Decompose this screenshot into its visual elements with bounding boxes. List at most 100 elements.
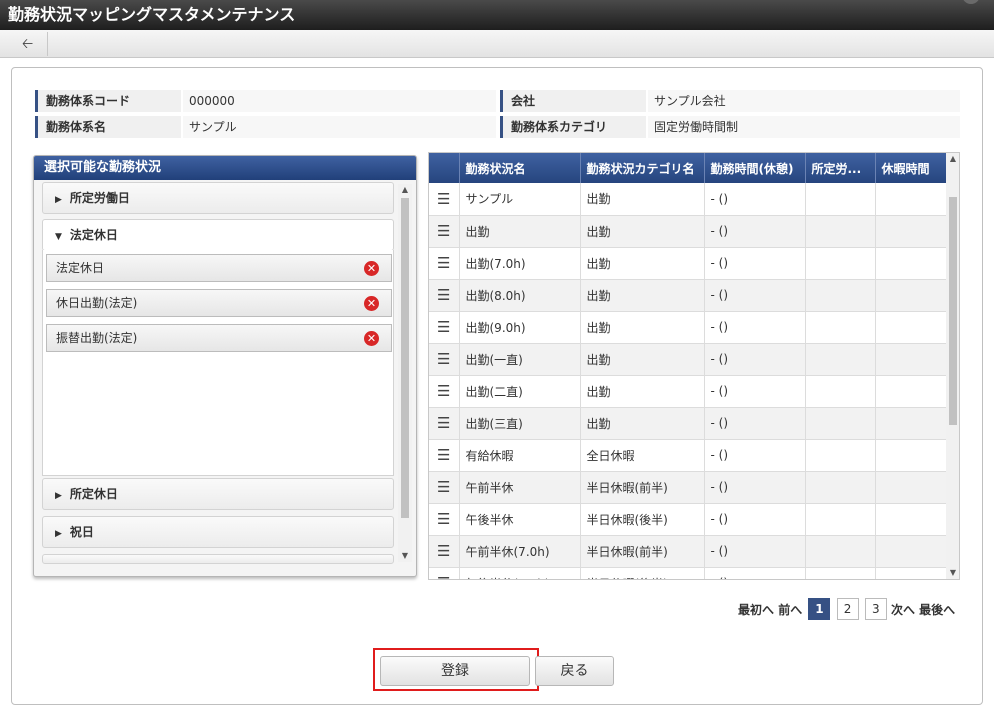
table-cell bbox=[805, 247, 876, 280]
name-value: サンプル bbox=[183, 116, 496, 138]
table-row[interactable]: ☰ 出勤(一直) 出勤 - () bbox=[429, 343, 947, 376]
list-handle-icon[interactable]: ☰ bbox=[429, 247, 460, 280]
table-cell: 出勤(9.0h) bbox=[459, 311, 581, 344]
register-button[interactable]: 登録 bbox=[380, 656, 530, 686]
list-handle-icon[interactable]: ☰ bbox=[429, 279, 460, 312]
table-cell bbox=[875, 375, 947, 408]
accordion-public-holiday[interactable]: ▶ 祝日 bbox=[42, 516, 394, 548]
pager-page-1[interactable]: 1 bbox=[808, 598, 831, 620]
scroll-down-icon[interactable]: ▼ bbox=[398, 550, 412, 562]
table-cell: 半日休暇(後半) bbox=[580, 503, 705, 536]
accordion-partial-hidden[interactable] bbox=[42, 554, 394, 564]
table-cell: - () bbox=[704, 407, 806, 440]
back-arrow-button[interactable]: 🡠 bbox=[8, 32, 48, 56]
grid-scrollbar[interactable]: ▲ ▼ bbox=[946, 153, 959, 579]
table-cell bbox=[805, 375, 876, 408]
table-row[interactable]: ☰ 午後半休 半日休暇(後半) - () bbox=[429, 503, 947, 536]
list-handle-icon[interactable]: ☰ bbox=[429, 439, 460, 472]
list-handle-icon[interactable]: ☰ bbox=[429, 183, 460, 216]
column-header-leave-time[interactable]: 休暇時間 bbox=[875, 153, 947, 183]
table-row[interactable]: ☰ 出勤(8.0h) 出勤 - () bbox=[429, 279, 947, 312]
scroll-down-icon[interactable]: ▼ bbox=[946, 567, 959, 579]
table-cell bbox=[875, 503, 947, 536]
pager-page-2[interactable]: 2 bbox=[836, 598, 859, 620]
accordion-label: 祝日 bbox=[69, 525, 94, 539]
list-handle-icon[interactable]: ☰ bbox=[429, 311, 460, 344]
table-cell bbox=[875, 215, 947, 248]
table-cell: - () bbox=[704, 343, 806, 376]
selectable-states-panel: 選択可能な勤務状況 ▶ 所定労働日 ▼ 法定休日 法定休日 ✕ 休日出勤(法定) ✕… bbox=[33, 155, 417, 577]
window-title: 勤務状況マッピングマスタメンテナンス bbox=[0, 0, 994, 30]
table-cell bbox=[875, 311, 947, 344]
table-row[interactable]: ☰ 出勤(三直) 出勤 - () bbox=[429, 407, 947, 440]
table-row[interactable]: ☰ サンプル 出勤 - () bbox=[429, 183, 947, 216]
table-row[interactable]: ☰ 有給休暇 全日休暇 - () bbox=[429, 439, 947, 472]
selected-state-label: 法定休日 bbox=[56, 261, 105, 275]
table-cell bbox=[805, 311, 876, 344]
table-cell bbox=[805, 503, 876, 536]
table-cell: 半日休暇(後半) bbox=[580, 567, 705, 579]
table-cell: サンプル bbox=[459, 183, 581, 216]
table-cell: 出勤(8.0h) bbox=[459, 279, 581, 312]
accordion-legal-holiday[interactable]: ▼ 法定休日 bbox=[42, 219, 394, 251]
table-row[interactable]: ☰ 出勤(二直) 出勤 - () bbox=[429, 375, 947, 408]
column-header-work-time[interactable]: 勤務時間(休憩) bbox=[704, 153, 806, 183]
selected-state-item[interactable]: 休日出勤(法定) ✕ bbox=[46, 289, 392, 317]
list-handle-icon[interactable]: ☰ bbox=[429, 503, 460, 536]
delete-icon[interactable]: ✕ bbox=[364, 331, 379, 346]
table-cell: 出勤(三直) bbox=[459, 407, 581, 440]
list-handle-icon[interactable]: ☰ bbox=[429, 215, 460, 248]
table-cell: 出勤(7.0h) bbox=[459, 247, 581, 280]
list-handle-icon[interactable]: ☰ bbox=[429, 535, 460, 568]
code-value: 000000 bbox=[183, 90, 496, 112]
column-header-status-name[interactable]: 勤務状況名 bbox=[459, 153, 581, 183]
table-cell bbox=[805, 439, 876, 472]
table-cell: 半日休暇(前半) bbox=[580, 535, 705, 568]
list-handle-icon[interactable]: ☰ bbox=[429, 375, 460, 408]
code-label: 勤務体系コード bbox=[35, 90, 181, 112]
table-row[interactable]: ☰午後半休(7.0h)半日休暇(後半)- () bbox=[429, 567, 947, 579]
table-cell: 午後半休(7.0h) bbox=[459, 567, 581, 579]
table-cell: 半日休暇(前半) bbox=[580, 471, 705, 504]
scroll-up-icon[interactable]: ▲ bbox=[946, 153, 959, 165]
selected-state-item[interactable]: 法定休日 ✕ bbox=[46, 254, 392, 282]
pager-last-link[interactable]: 最後へ bbox=[919, 601, 955, 618]
table-cell bbox=[875, 567, 947, 579]
table-cell: 出勤 bbox=[459, 215, 581, 248]
selected-state-item[interactable]: 振替出勤(法定) ✕ bbox=[46, 324, 392, 352]
pager-first-link[interactable]: 最初へ bbox=[738, 601, 774, 618]
category-label: 勤務体系カテゴリ bbox=[500, 116, 646, 138]
list-handle-icon[interactable]: ☰ bbox=[429, 407, 460, 440]
list-handle-icon[interactable]: ☰ bbox=[429, 567, 460, 579]
info-row-name-category: 勤務体系名 サンプル 勤務体系カテゴリ 固定労働時間制 bbox=[35, 116, 960, 138]
pager-page-3[interactable]: 3 bbox=[864, 598, 887, 620]
caret-right-icon: ▶ bbox=[55, 491, 62, 501]
column-header-category-name[interactable]: 勤務状況カテゴリ名 bbox=[580, 153, 705, 183]
pager-prev-link[interactable]: 前へ bbox=[778, 601, 802, 618]
table-row[interactable]: ☰ 午前半休 半日休暇(前半) - () bbox=[429, 471, 947, 504]
accordion-scheduled-holiday[interactable]: ▶ 所定休日 bbox=[42, 478, 394, 510]
table-cell bbox=[805, 471, 876, 504]
table-cell: 全日休暇 bbox=[580, 439, 705, 472]
table-row[interactable]: ☰ 午前半休(7.0h) 半日休暇(前半) - () bbox=[429, 535, 947, 568]
table-row[interactable]: ☰ 出勤(7.0h) 出勤 - () bbox=[429, 247, 947, 280]
scroll-thumb[interactable] bbox=[949, 197, 957, 425]
toolbar: 🡠 bbox=[0, 30, 994, 58]
pager-next-link[interactable]: 次へ bbox=[891, 601, 915, 618]
window-corner-decoration bbox=[962, 0, 980, 4]
left-panel-scrollbar[interactable]: ▲ ▼ bbox=[398, 184, 412, 562]
table-row[interactable]: ☰ 出勤 出勤 - () bbox=[429, 215, 947, 248]
list-handle-icon[interactable]: ☰ bbox=[429, 471, 460, 504]
scroll-thumb[interactable] bbox=[401, 198, 409, 518]
table-cell bbox=[805, 343, 876, 376]
scroll-up-icon[interactable]: ▲ bbox=[398, 184, 412, 196]
table-row[interactable]: ☰ 出勤(9.0h) 出勤 - () bbox=[429, 311, 947, 344]
column-header-scheduled[interactable]: 所定労... bbox=[805, 153, 876, 183]
list-handle-icon[interactable]: ☰ bbox=[429, 343, 460, 376]
back-button[interactable]: 戻る bbox=[535, 656, 614, 686]
accordion-scheduled-workday[interactable]: ▶ 所定労働日 bbox=[42, 182, 394, 214]
delete-icon[interactable]: ✕ bbox=[364, 296, 379, 311]
delete-icon[interactable]: ✕ bbox=[364, 261, 379, 276]
arrow-left-icon: 🡠 bbox=[21, 36, 34, 52]
name-label: 勤務体系名 bbox=[35, 116, 181, 138]
